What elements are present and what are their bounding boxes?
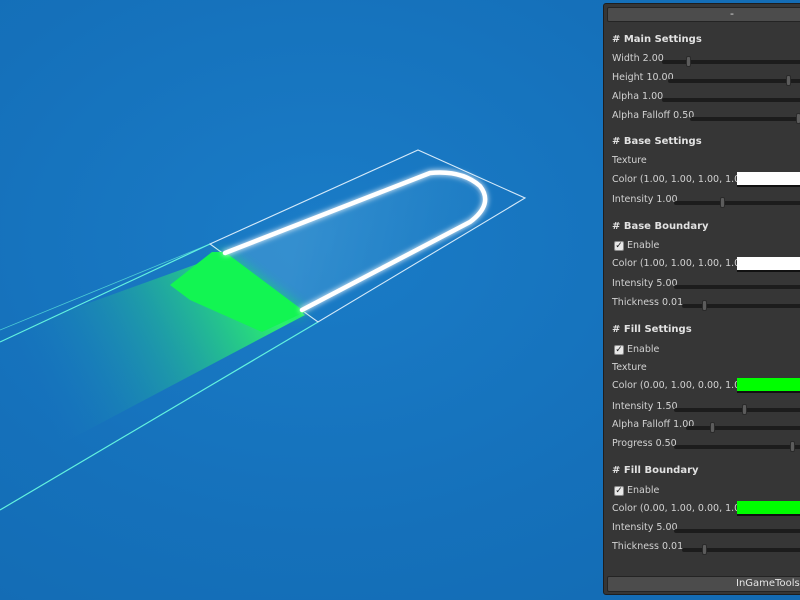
alpha-falloff-slider-thumb[interactable]	[796, 113, 800, 124]
base-boundary-thickness-slider[interactable]	[682, 300, 800, 311]
collapse-button[interactable]: -	[607, 7, 800, 22]
alpha-value: 1.00	[642, 91, 664, 102]
fill-boundary-thickness-label: Thickness 0.01	[612, 541, 684, 552]
fill-settings-header: # Fill Settings	[612, 324, 692, 335]
settings-panel: - # Main Settings Width 2.00 Height 10.0…	[603, 3, 800, 595]
fill-color-swatch[interactable]	[737, 378, 800, 393]
fill-intensity-label: Intensity 1.50	[612, 401, 678, 412]
base-settings-header: # Base Settings	[612, 136, 702, 147]
alpha-falloff-slider[interactable]	[690, 113, 800, 124]
base-color-swatch[interactable]	[737, 172, 800, 187]
fill-progress-slider-thumb[interactable]	[790, 441, 795, 452]
width-slider-thumb[interactable]	[686, 56, 691, 67]
base-texture-label: Texture	[612, 155, 647, 166]
fill-boundary-thickness-slider-thumb[interactable]	[702, 544, 707, 555]
fill-boundary-enable-label: Enable	[627, 485, 660, 496]
base-boundary-thickness-value: 0.01	[661, 297, 684, 308]
base-boundary-enable-checkbox[interactable]: ✓	[614, 241, 624, 251]
fill-alpha-falloff-slider[interactable]	[686, 422, 800, 433]
alpha-falloff-label: Alpha Falloff 0.50	[612, 110, 695, 121]
fill-texture-label: Texture	[612, 362, 647, 373]
height-slider-thumb[interactable]	[786, 75, 791, 86]
fill-intensity-slider-thumb[interactable]	[742, 404, 747, 415]
base-color-label: Color (1.00, 1.00, 1.00, 1.00)	[612, 174, 750, 185]
base-boundary-enable-label: Enable	[627, 240, 660, 251]
fill-boundary-color-swatch[interactable]	[737, 501, 800, 516]
alpha-label: Alpha 1.00	[612, 91, 664, 102]
width-value: 2.00	[642, 53, 664, 64]
fill-enable-label: Enable	[627, 344, 660, 355]
main-settings-header: # Main Settings	[612, 34, 702, 45]
base-boundary-color-swatch[interactable]	[737, 257, 800, 272]
fill-color-label: Color (0.00, 1.00, 0.00, 1.00)	[612, 380, 750, 391]
width-label: Width 2.00	[612, 53, 664, 64]
height-slider[interactable]	[668, 75, 800, 86]
fill-boundary-thickness-value: 0.01	[661, 541, 684, 552]
fill-progress-slider[interactable]	[674, 441, 800, 452]
base-intensity-slider-thumb[interactable]	[720, 197, 725, 208]
base-boundary-thickness-slider-thumb[interactable]	[702, 300, 707, 311]
base-boundary-intensity-slider[interactable]	[674, 285, 800, 289]
fill-progress-label: Progress 0.50	[612, 438, 677, 449]
fill-boundary-color-label: Color (0.00, 1.00, 0.00, 1.00)	[612, 503, 750, 514]
fill-enable-checkbox[interactable]: ✓	[614, 345, 624, 355]
width-slider[interactable]	[662, 56, 800, 67]
height-label: Height 10.00	[612, 72, 674, 83]
alpha-slider[interactable]	[662, 98, 800, 102]
base-boundary-thickness-label: Thickness 0.01	[612, 297, 684, 308]
fill-boundary-header: # Fill Boundary	[612, 465, 699, 476]
base-boundary-color-label: Color (1.00, 1.00, 1.00, 1.00)	[612, 258, 750, 269]
fill-boundary-enable-checkbox[interactable]: ✓	[614, 486, 624, 496]
base-boundary-intensity-label: Intensity 5.00	[612, 278, 678, 289]
fill-boundary-thickness-slider[interactable]	[682, 544, 800, 555]
fill-boundary-intensity-label: Intensity 5.00	[612, 522, 678, 533]
base-boundary-header: # Base Boundary	[612, 221, 709, 232]
fill-boundary-intensity-slider[interactable]	[674, 529, 800, 533]
base-intensity-slider[interactable]	[674, 197, 800, 208]
fill-alpha-falloff-slider-thumb[interactable]	[710, 422, 715, 433]
fill-intensity-slider[interactable]	[674, 404, 800, 415]
base-intensity-label: Intensity 1.00	[612, 194, 678, 205]
fill-alpha-falloff-label: Alpha Falloff 1.00	[612, 419, 695, 430]
ingametools-footer-button[interactable]: InGameTools	[607, 576, 800, 592]
